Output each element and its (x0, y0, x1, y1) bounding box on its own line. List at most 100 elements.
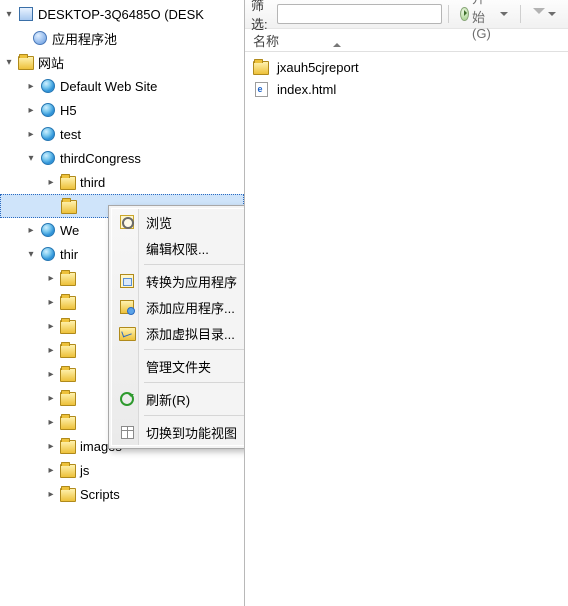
file-name: index.html (277, 82, 336, 97)
expand-icon[interactable]: ▸ (44, 297, 58, 308)
ctx-switch-view[interactable]: 切换到功能视图 (112, 419, 245, 445)
folder-icon (60, 414, 76, 430)
tree-site-h5[interactable]: ▸ H5 (0, 98, 244, 122)
tree-label: DESKTOP-3Q6485O (DESK (38, 7, 204, 22)
add-app-icon (118, 298, 136, 316)
content-toolbar: 筛选: 开始(G) (245, 0, 568, 29)
ctx-separator (144, 264, 245, 265)
list-item[interactable]: index.html (251, 78, 562, 100)
tree-label: 网站 (38, 53, 64, 72)
expand-icon[interactable]: ▸ (24, 225, 38, 236)
expand-icon[interactable]: ▸ (44, 321, 58, 332)
tree-label: thir (60, 247, 78, 262)
tree-label: Scripts (80, 487, 120, 502)
tree-label: js (80, 463, 89, 478)
folder-icon (60, 390, 76, 406)
grid-icon (118, 423, 136, 441)
expand-icon[interactable]: ▸ (44, 177, 58, 188)
expand-icon[interactable]: ▸ (24, 105, 38, 116)
ctx-edit-permissions[interactable]: 编辑权限... (112, 235, 245, 261)
folder-icon (60, 294, 76, 310)
ctx-separator (144, 382, 245, 383)
blank-icon (118, 239, 136, 257)
ctx-browse[interactable]: 浏览 (112, 209, 245, 235)
tree-server-node[interactable]: ▾ DESKTOP-3Q6485O (DESK (0, 2, 244, 26)
tree-label: Default Web Site (60, 79, 157, 94)
globe-icon (40, 150, 56, 166)
tree-site-test[interactable]: ▸ test (0, 122, 244, 146)
ctx-label: 添加应用程序... (146, 298, 235, 317)
toolbar-separator (448, 5, 449, 23)
tree-folder-third[interactable]: ▸ third (0, 170, 244, 194)
collapse-icon[interactable]: ▾ (2, 9, 16, 20)
ctx-refresh[interactable]: 刷新(R) (112, 386, 245, 412)
tree-label: We (60, 223, 79, 238)
file-list[interactable]: jxauh5cjreport index.html (245, 52, 568, 104)
globe-icon (40, 126, 56, 142)
expand-icon[interactable]: ▸ (44, 369, 58, 380)
globe-icon (40, 102, 56, 118)
browse-icon (118, 213, 136, 231)
ctx-separator (144, 415, 245, 416)
folder-icon (60, 462, 76, 478)
ctx-label: 管理文件夹 (146, 357, 211, 376)
folder-icon (60, 174, 76, 190)
ctx-manage-folder[interactable]: 管理文件夹 (112, 353, 245, 379)
expand-icon[interactable]: ▸ (44, 489, 58, 500)
iis-manager-window: ▾ DESKTOP-3Q6485O (DESK 应用程序池 ▾ 网站 ▸ (0, 0, 568, 606)
expand-icon[interactable]: ▸ (24, 129, 38, 140)
go-icon (460, 7, 469, 21)
ctx-separator (144, 349, 245, 350)
folder-icon (60, 342, 76, 358)
expand-icon[interactable]: ▸ (44, 345, 58, 356)
toolbar-separator (520, 5, 521, 23)
file-name: jxauh5cjreport (277, 60, 359, 75)
expand-icon[interactable]: ▸ (44, 441, 58, 452)
tree-label: test (60, 127, 81, 142)
globe-icon (40, 246, 56, 262)
column-label: 名称 (253, 34, 279, 49)
tree-folder-js[interactable]: ▸ js (0, 458, 244, 482)
apppool-icon (32, 30, 48, 46)
expand-icon[interactable]: ▸ (44, 465, 58, 476)
ctx-add-vdir[interactable]: 添加虚拟目录... (112, 320, 245, 346)
tree-site-thirdcongress[interactable]: ▾ thirdCongress (0, 146, 244, 170)
html-file-icon (253, 81, 269, 97)
filter-input[interactable] (277, 4, 442, 24)
funnel-icon (533, 8, 545, 20)
content-header[interactable]: 名称 (245, 29, 568, 52)
tree-site-default[interactable]: ▸ Default Web Site (0, 74, 244, 98)
connections-tree-pane: ▾ DESKTOP-3Q6485O (DESK 应用程序池 ▾ 网站 ▸ (0, 0, 245, 606)
context-menu: 浏览 编辑权限... 转换为应用程序 添加应用程序... 添加虚拟 (108, 205, 245, 449)
folder-icon (60, 486, 76, 502)
tree-folder-scripts[interactable]: ▸ Scripts (0, 482, 244, 506)
tree-apppool-node[interactable]: 应用程序池 (0, 26, 244, 50)
collapse-icon[interactable]: ▾ (2, 57, 16, 68)
ctx-label: 编辑权限... (146, 239, 209, 258)
expand-icon[interactable]: ▸ (44, 273, 58, 284)
server-icon (18, 6, 34, 22)
list-item[interactable]: jxauh5cjreport (251, 56, 562, 78)
content-pane: 筛选: 开始(G) 名称 jxauh5cjreport (245, 0, 568, 606)
column-name[interactable]: 名称 (253, 31, 560, 50)
tree-sites-node[interactable]: ▾ 网站 (0, 50, 244, 74)
expand-icon[interactable]: ▸ (24, 81, 38, 92)
tree-label: thirdCongress (60, 151, 141, 166)
refresh-icon (118, 390, 136, 408)
collapse-icon[interactable]: ▾ (24, 153, 38, 164)
ctx-convert-to-app[interactable]: 转换为应用程序 (112, 268, 245, 294)
vdir-icon (118, 324, 136, 342)
ctx-label: 刷新(R) (146, 390, 190, 409)
folder-icon (60, 366, 76, 382)
folder-icon (60, 270, 76, 286)
ctx-add-app[interactable]: 添加应用程序... (112, 294, 245, 320)
expand-icon[interactable]: ▸ (44, 393, 58, 404)
filter-dropdown[interactable] (527, 6, 562, 22)
globe-icon (40, 78, 56, 94)
ctx-label: 添加虚拟目录... (146, 324, 235, 343)
expand-icon[interactable]: ▸ (44, 417, 58, 428)
collapse-icon[interactable]: ▾ (24, 249, 38, 260)
tree-label: H5 (60, 103, 77, 118)
ctx-label: 转换为应用程序 (146, 272, 237, 291)
tree-label: third (80, 175, 105, 190)
